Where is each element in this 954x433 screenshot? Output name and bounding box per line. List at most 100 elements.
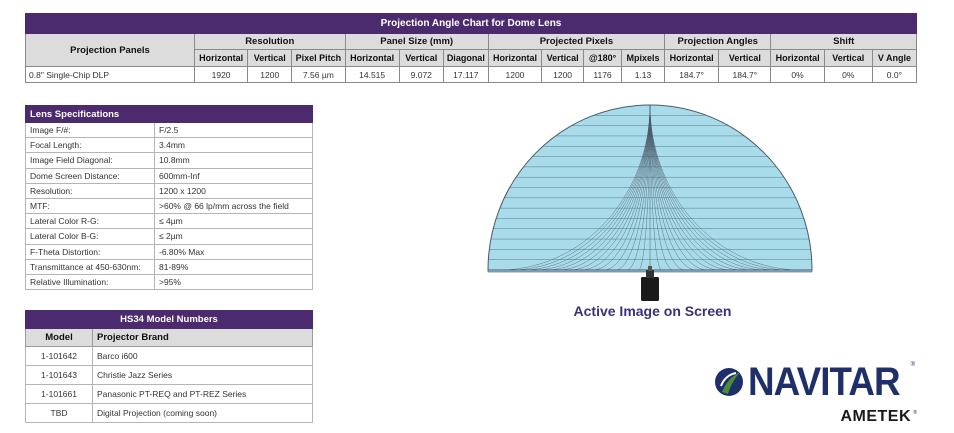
navitar-wordmark: NAVITAR xyxy=(748,360,901,404)
projector-brand: Digital Projection (coming soon) xyxy=(91,403,314,423)
spec-value: >60% @ 66 lp/mm across the field xyxy=(153,197,314,215)
table-cell: 1200 xyxy=(487,66,543,83)
spec-value: 10.8mm xyxy=(153,152,314,169)
group-projection-angles: Projection Angles xyxy=(663,33,772,50)
table-cell: 7.56 µm xyxy=(291,66,346,83)
subheader: Horizontal xyxy=(663,49,720,67)
model-number: 1-101642 xyxy=(25,346,93,366)
spec-label: Lateral Color B-G: xyxy=(25,228,155,245)
spec-row: Image Field Diagonal: 10.8mm xyxy=(25,152,314,169)
table-cell: 1920 xyxy=(193,66,249,83)
table-cell: 0% xyxy=(770,66,825,83)
projection-panels-header: Projection Panels xyxy=(25,33,195,67)
panel-name: 0.8" Single-Chip DLP xyxy=(25,66,195,83)
subheader: Vertical xyxy=(247,49,293,67)
navitar-swirl-icon xyxy=(715,368,743,396)
spec-row: Focal Length: 3.4mm xyxy=(25,137,314,154)
spec-value: >95% xyxy=(153,273,314,291)
subheader: Vertical xyxy=(718,49,772,67)
spec-value: ≤ 2µm xyxy=(153,228,314,245)
lens-specifications-table: Lens Specifications Image F/#: F/2.5 Foca… xyxy=(24,105,314,291)
subheader: Pixel Pitch xyxy=(291,49,346,67)
table-cell: 1200 xyxy=(247,66,293,83)
dome-grid xyxy=(487,104,813,273)
subheader: Vertical xyxy=(398,49,444,67)
model-header: Model xyxy=(25,328,93,347)
spec-label: Image F/#: xyxy=(25,121,155,139)
table-row: 1-101642 Barco i600 xyxy=(25,346,314,366)
spec-row: Image F/#: F/2.5 xyxy=(25,121,314,139)
spec-label: Resolution: xyxy=(25,182,155,199)
spec-label: Image Field Diagonal: xyxy=(25,152,155,169)
navitar-ametek-logo: NAVITAR ® AMETEK ® xyxy=(708,358,923,433)
table-cell: 9.072 xyxy=(398,66,444,83)
subheader: Diagonal xyxy=(442,49,489,67)
table-cell: 1176 xyxy=(583,66,622,83)
projector-brand: Barco i600 xyxy=(91,346,314,366)
group-resolution: Resolution xyxy=(193,33,346,50)
spec-row: F-Theta Distortion: -6.80% Max xyxy=(25,243,314,260)
ametek-wordmark: AMETEK xyxy=(840,408,911,425)
spec-row: Lateral Color R-G: ≤ 4µm xyxy=(25,213,314,230)
projector-brand: Christie Jazz Series xyxy=(91,365,314,385)
model-number: 1-101661 xyxy=(25,384,93,404)
spec-label: Transmittance at 450-630nm: xyxy=(25,258,155,275)
table-cell: 0.0° xyxy=(871,66,918,83)
spec-row: Dome Screen Distance: 600mm-Inf xyxy=(25,167,314,184)
brand-header: Projector Brand xyxy=(91,328,314,347)
table-cell: 0% xyxy=(823,66,873,83)
spec-row: Relative Illumination: >95% xyxy=(25,273,314,291)
registered-mark: ® xyxy=(913,410,917,416)
subheader: Horizontal xyxy=(193,49,249,67)
subheader: V Angle xyxy=(871,49,918,67)
lens-specs-title: Lens Specifications xyxy=(24,105,314,123)
subheader: @180° xyxy=(583,49,622,67)
table-row: 1-101661 Panasonic PT-REQ and PT-REZ Seri… xyxy=(25,384,314,404)
model-number: 1-101643 xyxy=(25,365,93,385)
spec-row: Resolution: 1200 x 1200 xyxy=(25,182,314,199)
subheader: Mpixels xyxy=(620,49,665,67)
model-numbers-title: HS34 Model Numbers xyxy=(24,310,314,329)
spec-value: 600mm-Inf xyxy=(153,167,314,184)
spec-label: Lateral Color R-G: xyxy=(25,213,155,230)
dome-caption: Active Image on Screen xyxy=(573,303,732,319)
dome-illustration xyxy=(487,104,813,301)
group-projected-pixels: Projected Pixels xyxy=(487,33,665,50)
table-cell: 184.7° xyxy=(663,66,720,83)
table-row: 0.8" Single-Chip DLP 1920 1200 7.56 µm 1… xyxy=(25,66,918,83)
spec-value: 1200 x 1200 xyxy=(153,182,314,199)
spec-row: MTF: >60% @ 66 lp/mm across the field xyxy=(25,197,314,215)
registered-mark: ® xyxy=(910,362,915,368)
spec-label: Relative Illumination: xyxy=(25,273,155,291)
spec-value: 3.4mm xyxy=(153,137,314,154)
group-panel-size: Panel Size (mm) xyxy=(344,33,489,50)
spec-value: F/2.5 xyxy=(153,121,314,139)
spec-row: Lateral Color B-G: ≤ 2µm xyxy=(25,228,314,245)
spec-value: -6.80% Max xyxy=(153,243,314,260)
subheader: Horizontal xyxy=(344,49,400,67)
spec-value: 81-89% xyxy=(153,258,314,275)
table-row: TBD Digital Projection (coming soon) xyxy=(25,403,314,423)
spec-value: ≤ 4µm xyxy=(153,213,314,230)
table-cell: 184.7° xyxy=(718,66,772,83)
model-numbers-table: HS34 Model Numbers Model Projector Brand… xyxy=(24,310,314,423)
subheader: Vertical xyxy=(823,49,873,67)
subheader: Horizontal xyxy=(770,49,825,67)
table-row: 1-101643 Christie Jazz Series xyxy=(25,365,314,385)
spec-label: F-Theta Distortion: xyxy=(25,243,155,260)
projection-chart-title: Projection Angle Chart for Dome Lens xyxy=(25,13,917,34)
spec-label: Dome Screen Distance: xyxy=(25,167,155,184)
table-cell: 14.515 xyxy=(344,66,400,83)
projection-angle-chart: Projection Angle Chart for Dome Lens Pro… xyxy=(25,13,918,83)
spec-row: Transmittance at 450-630nm: 81-89% xyxy=(25,258,314,275)
table-cell: 1.13 xyxy=(620,66,665,83)
table-cell: 17.117 xyxy=(442,66,489,83)
group-shift: Shift xyxy=(770,33,917,50)
table-cell: 1200 xyxy=(541,66,585,83)
model-number: TBD xyxy=(25,403,93,423)
projector-brand: Panasonic PT-REQ and PT-REZ Series xyxy=(91,384,314,404)
subheader: Horizontal xyxy=(487,49,543,67)
spec-label: Focal Length: xyxy=(25,137,155,154)
subheader: Vertical xyxy=(541,49,585,67)
spec-label: MTF: xyxy=(25,197,155,215)
